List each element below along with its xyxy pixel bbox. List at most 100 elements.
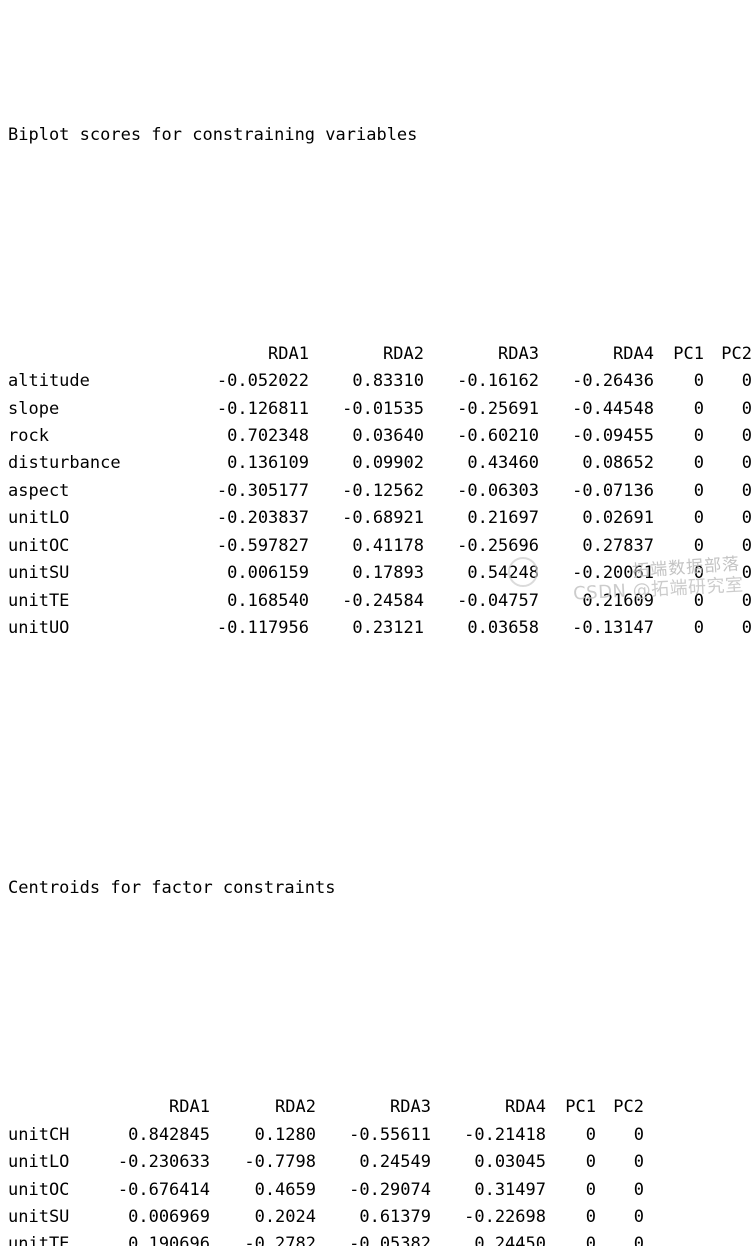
cell-rda1: 0.006969 xyxy=(128,1207,210,1228)
column-header-rda3: RDA3 xyxy=(498,343,539,364)
cell-rda4: 0.21609 xyxy=(582,590,654,611)
table-row: unitCH 0.842845 0.1280 -0.55611 -0.21418… xyxy=(8,1122,644,1149)
cell-rda3: -0.25691 xyxy=(457,398,539,419)
table-row: unitLO -0.203837 -0.68921 0.21697 0.0269… xyxy=(8,505,752,532)
cell-rda3: -0.04757 xyxy=(457,590,539,611)
column-header-rda1: RDA1 xyxy=(169,1097,210,1118)
column-header-pc1: PC1 xyxy=(673,343,704,364)
column-header-rda2: RDA2 xyxy=(275,1097,316,1118)
row-label: slope xyxy=(8,398,60,419)
cell-rda4: -0.44548 xyxy=(572,398,654,419)
cell-pc1: 0 xyxy=(693,426,704,447)
column-header-rowname xyxy=(8,1094,84,1121)
cell-pc2: 0 xyxy=(741,590,752,611)
column-header-pc1: PC1 xyxy=(565,1097,596,1118)
row-label: unitUO xyxy=(8,617,70,638)
cell-pc1: 0 xyxy=(693,590,704,611)
cell-rda1: -0.305177 xyxy=(216,480,309,501)
cell-rda3: 0.43460 xyxy=(467,453,539,474)
cell-pc1: 0 xyxy=(693,508,704,529)
cell-pc1: 0 xyxy=(693,371,704,392)
cell-pc2: 0 xyxy=(741,480,752,501)
cell-rda4: 0.08652 xyxy=(582,453,654,474)
row-label: altitude xyxy=(8,371,90,392)
table-row: unitTE 0.168540 -0.24584 -0.04757 0.2160… xyxy=(8,588,752,615)
column-header-rda3: RDA3 xyxy=(390,1097,431,1118)
cell-rda2: -0.7798 xyxy=(244,1152,316,1173)
row-label: unitOC xyxy=(8,535,70,556)
cell-rda4: -0.07136 xyxy=(572,480,654,501)
table-row: unitTE 0.190696 -0.2782 -0.05382 0.24450… xyxy=(8,1231,644,1246)
cell-rda1: 0.190696 xyxy=(128,1234,210,1246)
cell-pc1: 0 xyxy=(585,1179,596,1200)
cell-rda2: -0.01535 xyxy=(342,398,424,419)
cell-pc1: 0 xyxy=(693,453,704,474)
row-label: disturbance xyxy=(8,453,121,474)
cell-rda1: 0.168540 xyxy=(227,590,309,611)
cell-pc2: 0 xyxy=(741,617,752,638)
cell-rda4: -0.09455 xyxy=(572,426,654,447)
section-title-centroids: Centroids for factor constraints xyxy=(8,878,336,899)
cell-rda1: -0.203837 xyxy=(216,508,309,529)
cell-rda4: 0.02691 xyxy=(582,508,654,529)
row-label: unitLO xyxy=(8,1152,70,1173)
table-row: unitSU 0.006159 0.17893 0.54248 -0.20061… xyxy=(8,560,752,587)
cell-rda1: 0.702348 xyxy=(227,426,309,447)
cell-rda2: 0.03640 xyxy=(352,426,424,447)
column-header-rda4: RDA4 xyxy=(505,1097,546,1118)
column-header-rowname xyxy=(8,341,184,368)
cell-pc2: 0 xyxy=(633,1234,644,1246)
cell-rda1: 0.006159 xyxy=(227,563,309,584)
cell-rda4: -0.13147 xyxy=(572,617,654,638)
cell-rda2: -0.12562 xyxy=(342,480,424,501)
row-label: aspect xyxy=(8,480,70,501)
cell-rda4: -0.21418 xyxy=(464,1124,546,1145)
column-header-pc2: PC2 xyxy=(613,1097,644,1118)
cell-rda3: -0.06303 xyxy=(457,480,539,501)
table-row: aspect -0.305177 -0.12562 -0.06303 -0.07… xyxy=(8,478,752,505)
column-header-rda4: RDA4 xyxy=(613,343,654,364)
cell-rda2: 0.09902 xyxy=(352,453,424,474)
cell-rda4: 0.24450 xyxy=(474,1234,546,1246)
cell-pc2: 0 xyxy=(741,453,752,474)
cell-rda2: -0.68921 xyxy=(342,508,424,529)
cell-rda1: -0.597827 xyxy=(216,535,309,556)
cell-rda2: 0.23121 xyxy=(352,617,424,638)
cell-rda1: 0.136109 xyxy=(227,453,309,474)
cell-rda4: -0.26436 xyxy=(572,371,654,392)
cell-pc1: 0 xyxy=(693,563,704,584)
cell-rda3: 0.24549 xyxy=(359,1152,431,1173)
cell-rda2: -0.24584 xyxy=(342,590,424,611)
biplot-scores-table: RDA1 RDA2 RDA3 RDA4 PC1 PC2 altitude -0.… xyxy=(8,341,752,642)
cell-pc1: 0 xyxy=(585,1234,596,1246)
cell-rda2: 0.1280 xyxy=(254,1124,316,1145)
column-header-rda2: RDA2 xyxy=(383,343,424,364)
cell-pc2: 0 xyxy=(741,508,752,529)
cell-rda1: -0.117956 xyxy=(216,617,309,638)
row-label: unitLO xyxy=(8,508,70,529)
cell-rda3: -0.05382 xyxy=(349,1234,431,1246)
cell-rda1: -0.230633 xyxy=(117,1152,210,1173)
row-label: unitTE xyxy=(8,590,70,611)
section-title-biplot-scores: Biplot scores for constraining variables xyxy=(8,124,418,145)
table-header-row: RDA1 RDA2 RDA3 RDA4 PC1 PC2 xyxy=(8,341,752,368)
table-row: slope -0.126811 -0.01535 -0.25691 -0.445… xyxy=(8,396,752,423)
cell-rda2: 0.4659 xyxy=(254,1179,316,1200)
row-label: unitOC xyxy=(8,1179,70,1200)
cell-pc1: 0 xyxy=(693,480,704,501)
cell-pc2: 0 xyxy=(633,1152,644,1173)
centroids-table: RDA1 RDA2 RDA3 RDA4 PC1 PC2 unitCH 0.842… xyxy=(8,1094,644,1246)
cell-rda3: -0.55611 xyxy=(349,1124,431,1145)
cell-pc1: 0 xyxy=(693,535,704,556)
cell-rda4: -0.20061 xyxy=(572,563,654,584)
cell-rda1: 0.842845 xyxy=(128,1124,210,1145)
cell-rda3: 0.03658 xyxy=(467,617,539,638)
row-label: unitCH xyxy=(8,1124,70,1145)
cell-rda4: 0.31497 xyxy=(474,1179,546,1200)
cell-pc1: 0 xyxy=(585,1152,596,1173)
cell-rda4: 0.27837 xyxy=(582,535,654,556)
table-row: disturbance 0.136109 0.09902 0.43460 0.0… xyxy=(8,450,752,477)
cell-pc1: 0 xyxy=(585,1207,596,1228)
